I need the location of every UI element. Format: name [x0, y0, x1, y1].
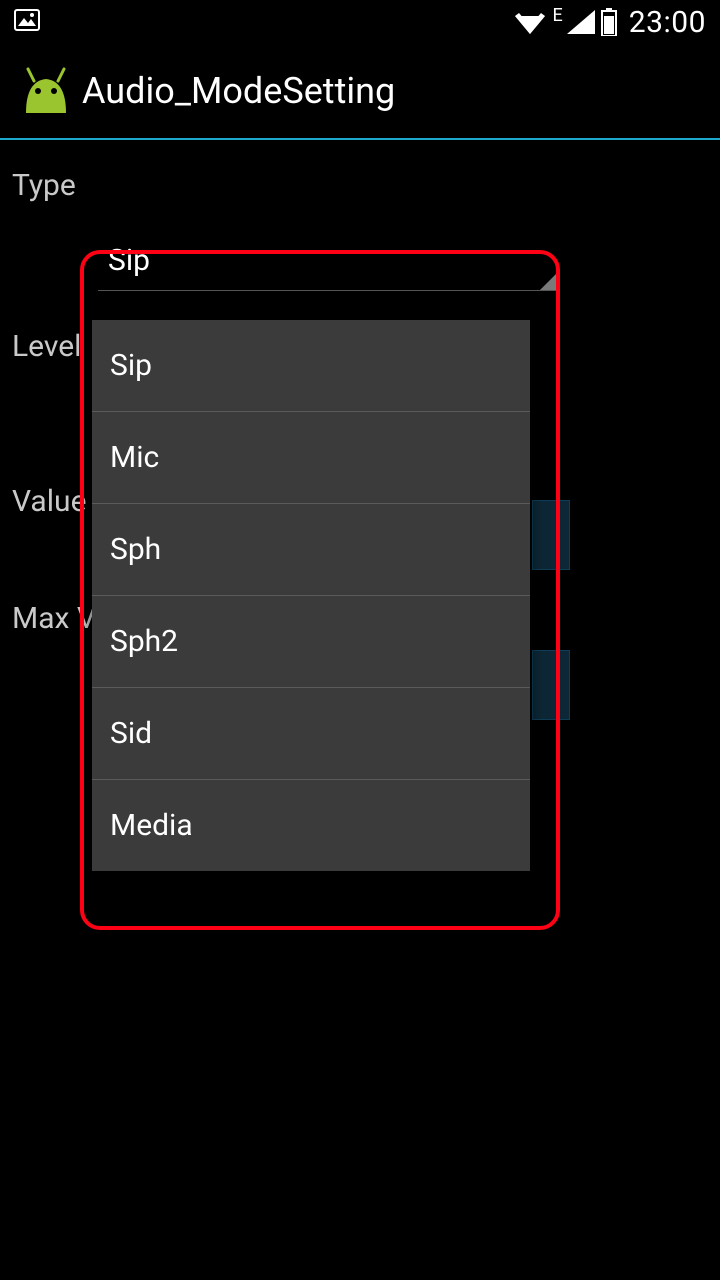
- chevron-down-icon: [540, 272, 558, 290]
- app-icon: [14, 67, 78, 115]
- clock-label: 23:00: [629, 5, 706, 40]
- network-type-label: E: [553, 7, 563, 25]
- dropdown-option-sph2[interactable]: Sph2: [92, 596, 530, 688]
- dropdown-option-media[interactable]: Media: [92, 780, 530, 871]
- type-spinner[interactable]: Sip: [98, 233, 558, 291]
- type-label: Type: [12, 168, 708, 203]
- dropdown-option-sid[interactable]: Sid: [92, 688, 530, 780]
- dropdown-option-sip[interactable]: Sip: [92, 320, 530, 412]
- maxvol-input[interactable]: [532, 650, 570, 720]
- status-bar: E 23:00: [0, 0, 720, 44]
- dropdown-option-sph[interactable]: Sph: [92, 504, 530, 596]
- wifi-icon: [515, 10, 545, 34]
- app-title: Audio_ModeSetting: [82, 70, 395, 112]
- image-notification-icon: [14, 9, 40, 35]
- value-input[interactable]: [532, 500, 570, 570]
- dropdown-option-mic[interactable]: Mic: [92, 412, 530, 504]
- cell-signal-icon: [567, 10, 595, 34]
- type-spinner-value: Sip: [108, 243, 150, 278]
- battery-icon: [601, 8, 617, 36]
- app-bar: Audio_ModeSetting: [0, 44, 720, 140]
- type-dropdown: Sip Mic Sph Sph2 Sid Media: [92, 320, 530, 871]
